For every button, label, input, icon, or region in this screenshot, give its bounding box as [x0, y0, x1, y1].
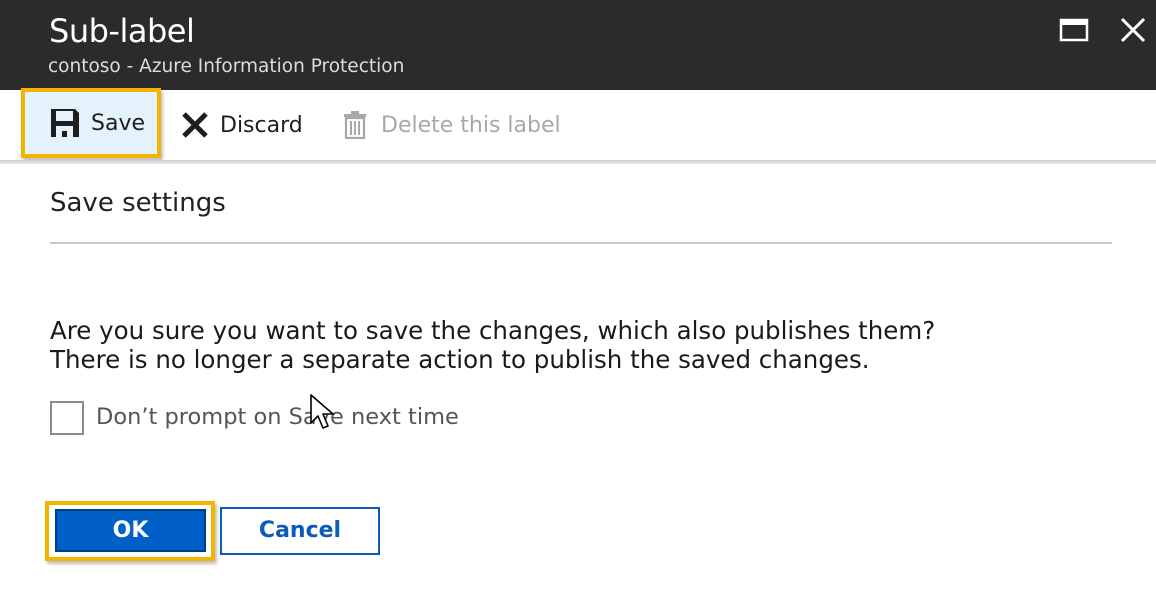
maximize-icon: [1059, 18, 1089, 42]
dont-prompt-checkbox[interactable]: [50, 401, 84, 435]
save-button[interactable]: Save: [21, 88, 161, 158]
blade-header: Sub-label contoso - Azure Information Pr…: [0, 0, 1156, 90]
discard-button[interactable]: Discard: [180, 90, 303, 160]
confirmation-message: Are you sure you want to save the change…: [50, 316, 935, 374]
trash-icon: [344, 111, 366, 139]
command-bar: Save Discard Delete this label: [0, 88, 1156, 160]
ok-button[interactable]: OK: [55, 509, 206, 552]
blade-subtitle: contoso - Azure Information Protection: [48, 56, 405, 77]
floppy-disk-icon: [51, 109, 79, 137]
close-icon: [1120, 17, 1146, 43]
close-button[interactable]: [1117, 14, 1149, 46]
title-divider: [50, 242, 1112, 244]
mouse-pointer-icon: [310, 394, 334, 429]
save-label: Save: [91, 110, 146, 136]
cancel-button[interactable]: Cancel: [220, 507, 380, 555]
blade-title: Sub-label: [49, 12, 195, 50]
delete-label-button: Delete this label: [343, 90, 561, 160]
maximize-button[interactable]: [1058, 14, 1090, 46]
message-line-1: Are you sure you want to save the change…: [50, 316, 936, 345]
discard-label: Discard: [220, 112, 303, 138]
command-bar-divider: [0, 160, 1156, 164]
delete-label-text: Delete this label: [381, 112, 561, 138]
message-line-2: There is no longer a separate action to …: [50, 345, 870, 374]
dialog-title: Save settings: [50, 188, 226, 218]
dont-prompt-label[interactable]: Don’t prompt on Save next time: [96, 404, 459, 430]
x-icon: [182, 112, 208, 138]
